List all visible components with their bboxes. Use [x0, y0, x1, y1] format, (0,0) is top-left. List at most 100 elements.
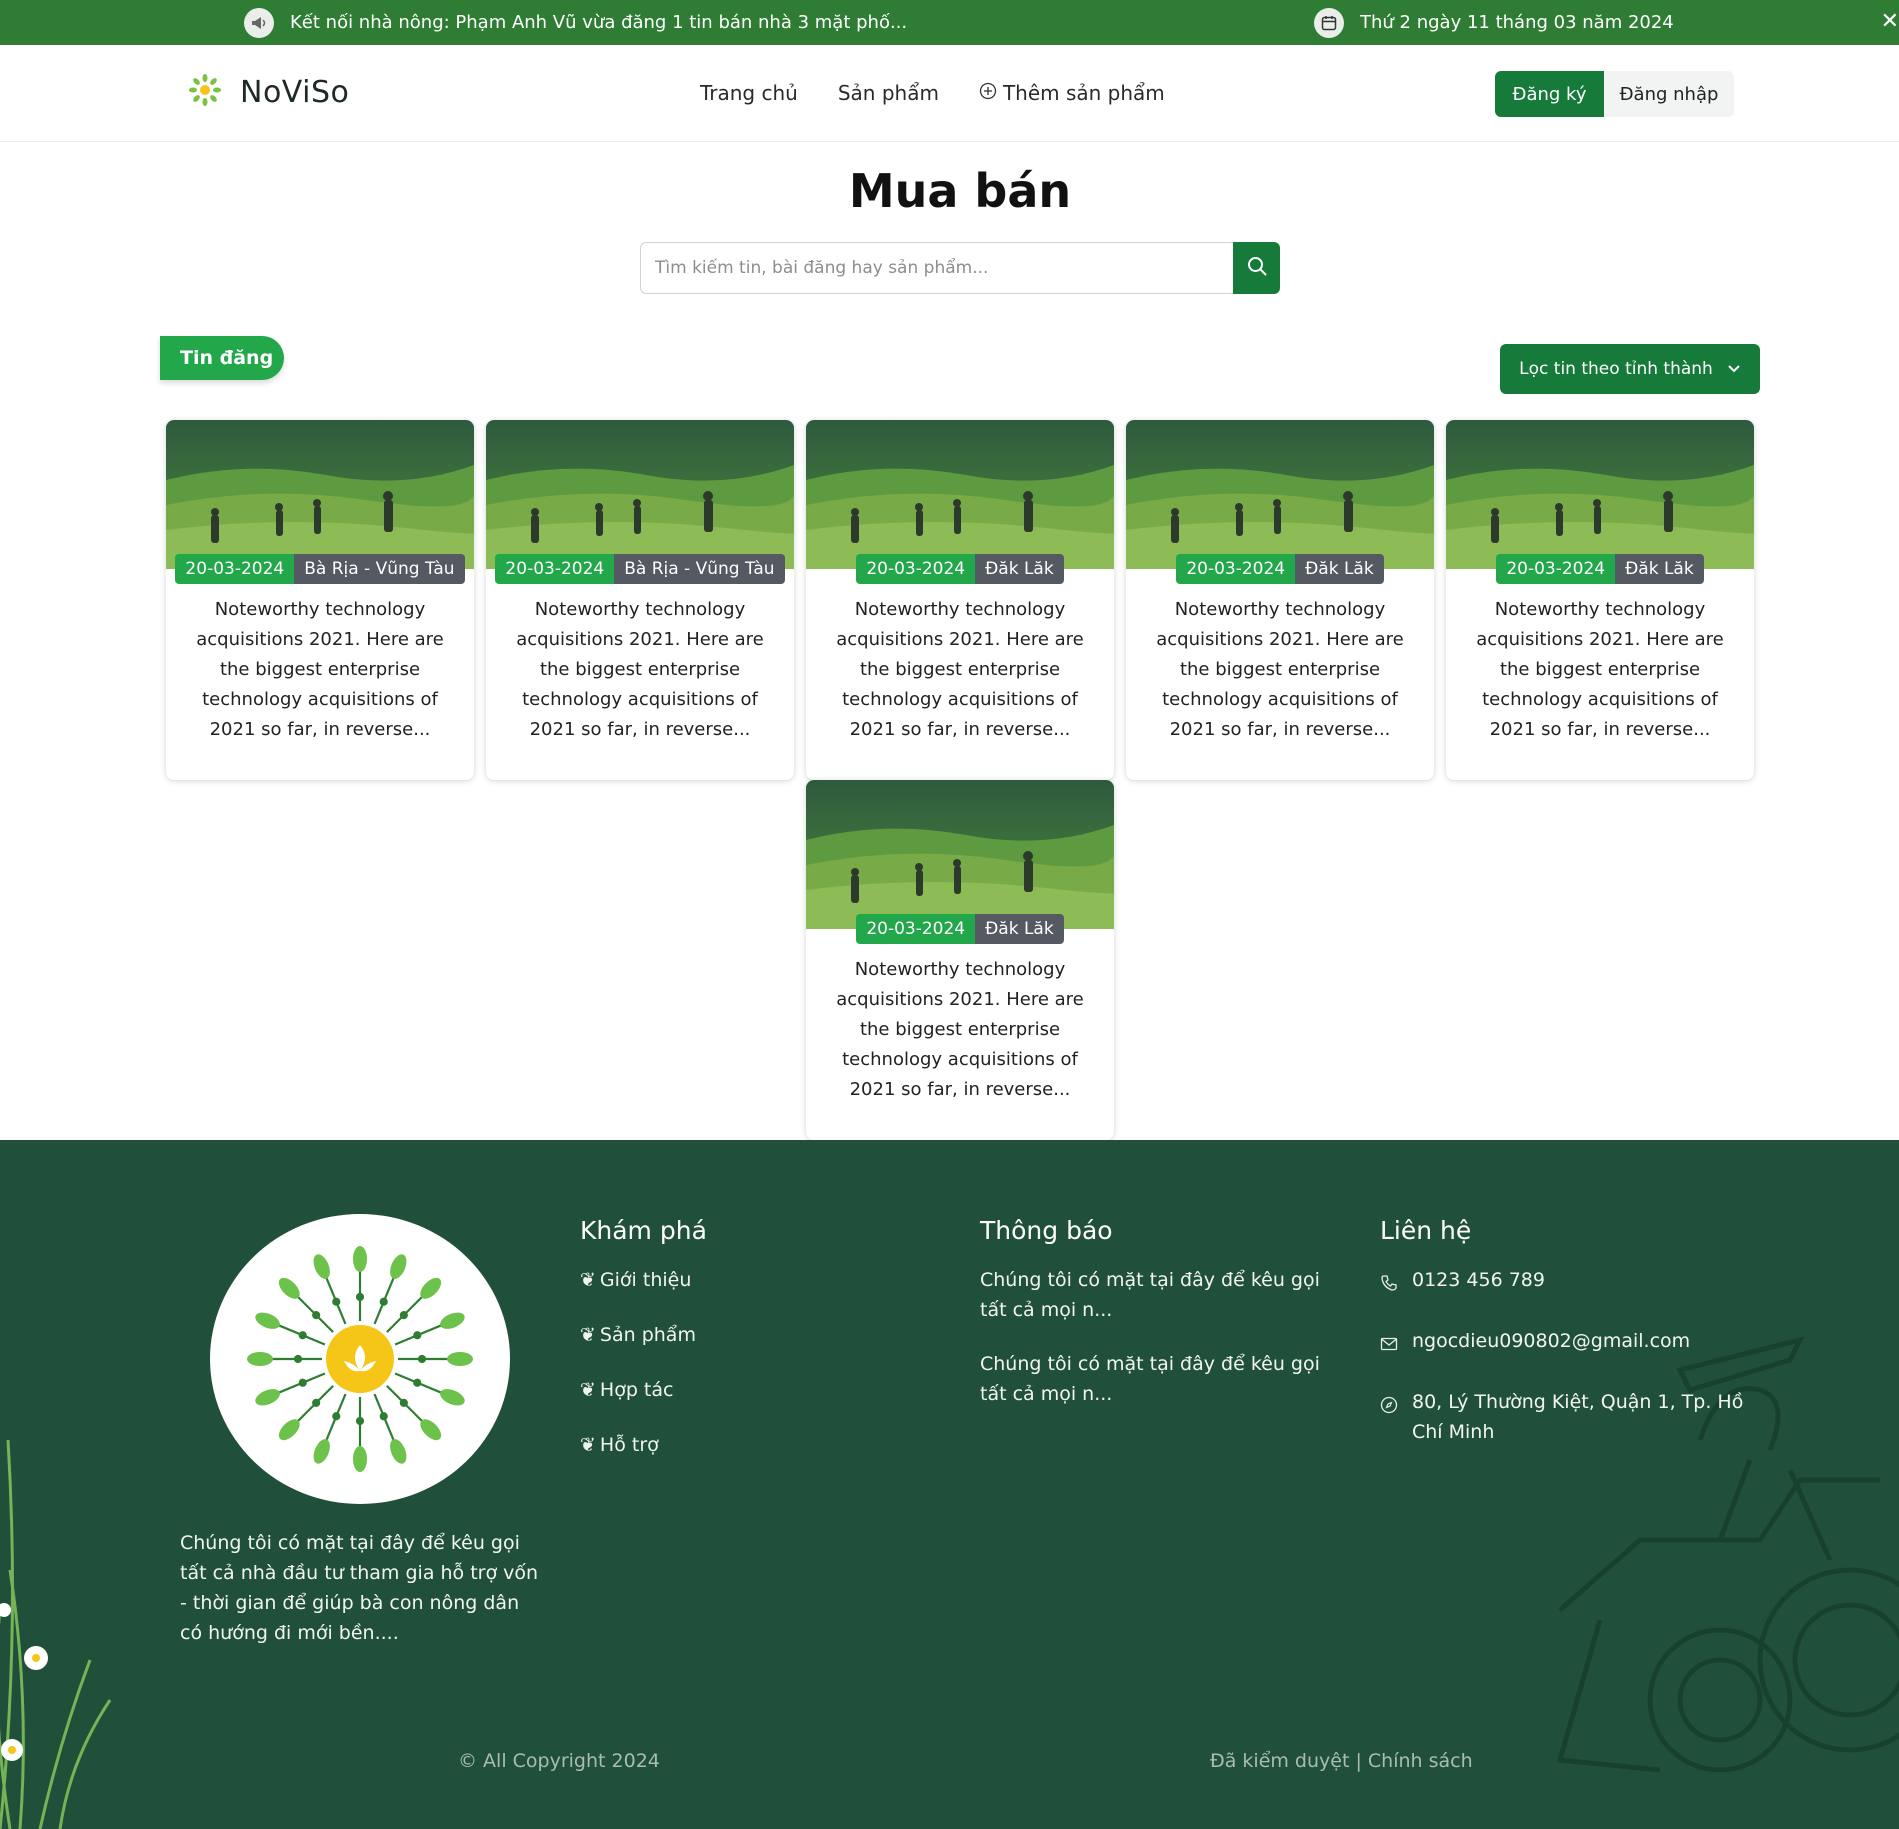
contact-phone-text: 0123 456 789 [1412, 1269, 1545, 1291]
post-excerpt: Noteworthy technology acquisitions 2021.… [516, 599, 764, 740]
footer-explore: Khám phá ❦ Giới thiệu ❦ Sản phẩm ❦ Hợp tác … [580, 1216, 707, 1485]
footer-link-label: Hợp tác [599, 1379, 674, 1401]
footer-about-text: Chúng tôi có mặt tại đây để kêu gọi tất … [180, 1532, 539, 1644]
search-bar [640, 242, 1280, 294]
contact-address-text: 80, Lý Thường Kiệt, Quận 1, Tp. Hồ Chí M… [1412, 1391, 1744, 1443]
post-location-badge: Đăk Lăk [975, 554, 1064, 584]
register-button[interactable]: Đăng ký [1495, 71, 1604, 117]
announcement-bar: Kết nối nhà nông: Phạm Anh Vũ vừa đăng 1… [0, 0, 1899, 45]
search-input[interactable] [640, 242, 1233, 294]
post-image [806, 780, 1114, 929]
search-icon [1246, 255, 1268, 281]
post-excerpt: Noteworthy technology acquisitions 2021.… [1476, 599, 1724, 740]
news-text: Kết nối nhà nông: Phạm Anh Vũ vừa đăng 1… [290, 12, 908, 33]
province-filter-dropdown[interactable]: Lọc tin theo tỉnh thành [1500, 344, 1760, 394]
footer-link-label: Giới thiệu [599, 1269, 692, 1291]
post-card[interactable]: 20-03-2024 Bà Rịa - Vũng Tàu Noteworthy te… [486, 420, 794, 780]
chevron-down-icon [1727, 359, 1741, 379]
post-date-badge: 20-03-2024 [856, 914, 976, 944]
news-ticker[interactable]: Kết nối nhà nông: Phạm Anh Vũ vừa đăng 1… [244, 0, 907, 45]
current-date: Thứ 2 ngày 11 tháng 03 năm 2024 [1314, 0, 1674, 45]
brand-logo-link[interactable]: NoViSo [188, 73, 349, 111]
site-header: NoViSo Trang chủ Sản phẩm Thêm sản phẩm … [0, 45, 1899, 142]
leaf-icon: ❦ [580, 1324, 596, 1346]
contact-email[interactable]: ngocdieu090802@gmail.com [1380, 1326, 1760, 1362]
calendar-icon [1314, 7, 1344, 38]
post-card[interactable]: 20-03-2024 Đăk Lăk Noteworthy technology a… [1446, 420, 1754, 780]
nav-home[interactable]: Trang chủ [700, 81, 798, 105]
post-date-badge: 20-03-2024 [1176, 554, 1296, 584]
footer-link-label: Hỗ trợ [599, 1434, 659, 1456]
notice-item[interactable]: Chúng tôi có mặt tại đây để kêu gọi tất … [980, 1265, 1340, 1325]
post-badges: 20-03-2024 Đăk Lăk [806, 554, 1114, 584]
post-card[interactable]: 20-03-2024 Đăk Lăk Noteworthy technology a… [1126, 420, 1434, 780]
footer-notices-title: Thông báo [980, 1216, 1113, 1245]
filter-label: Lọc tin theo tỉnh thành [1519, 359, 1713, 379]
post-badges: 20-03-2024 Đăk Lăk [806, 914, 1114, 944]
post-badges: 20-03-2024 Bà Rịa - Vũng Tàu [486, 554, 794, 584]
search-button[interactable] [1233, 242, 1280, 294]
contact-address: 80, Lý Thường Kiệt, Quận 1, Tp. Hồ Chí M… [1380, 1387, 1760, 1447]
nav-products-label: Sản phẩm [837, 81, 939, 105]
leaf-icon: ❦ [580, 1379, 596, 1401]
copyright: © All Copyright 2024 [458, 1750, 660, 1772]
post-excerpt: Noteworthy technology acquisitions 2021.… [836, 959, 1084, 1100]
footer-link-partnership[interactable]: ❦ Hợp tác [580, 1375, 707, 1405]
main-nav: Trang chủ Sản phẩm Thêm sản phẩm [700, 81, 1165, 105]
contact-email-text: ngocdieu090802@gmail.com [1412, 1330, 1691, 1352]
post-badges: 20-03-2024 Đăk Lăk [1446, 554, 1754, 584]
policy-link[interactable]: Đã kiểm duyệt | Chính sách [1210, 1750, 1473, 1772]
date-text: Thứ 2 ngày 11 tháng 03 năm 2024 [1360, 12, 1674, 33]
footer-notices: Thông báo Chúng tôi có mặt tại đây để kê… [980, 1216, 1340, 1433]
post-location-badge: Bà Rịa - Vũng Tàu [294, 554, 465, 584]
post-card[interactable]: 20-03-2024 Bà Rịa - Vũng Tàu Noteworthy te… [166, 420, 474, 780]
footer-link-label: Sản phẩm [599, 1324, 696, 1346]
post-location-badge: Đăk Lăk [975, 914, 1064, 944]
mail-icon [1380, 1326, 1400, 1362]
footer-logo [210, 1214, 510, 1504]
post-badges: 20-03-2024 Đăk Lăk [1126, 554, 1434, 584]
post-image [1446, 420, 1754, 569]
post-card[interactable]: 20-03-2024 Đăk Lăk Noteworthy technology a… [806, 780, 1114, 1140]
page-title: Mua bán [848, 164, 1072, 218]
footer-link-products[interactable]: ❦ Sản phẩm [580, 1320, 707, 1350]
logo-icon [188, 73, 222, 111]
compass-icon [1380, 1387, 1400, 1423]
footer-explore-title: Khám phá [580, 1216, 707, 1245]
site-footer: Chúng tôi có mặt tại đây để kêu gọi tất … [0, 1140, 1899, 1829]
post-location-badge: Bà Rịa - Vũng Tàu [614, 554, 785, 584]
post-date-badge: 20-03-2024 [495, 554, 615, 584]
nav-home-label: Trang chủ [700, 81, 798, 105]
brand-name: NoViSo [240, 74, 350, 110]
post-image [806, 420, 1114, 569]
post-location-badge: Đăk Lăk [1615, 554, 1704, 584]
notice-item[interactable]: Chúng tôi có mặt tại đây để kêu gọi tất … [980, 1349, 1340, 1409]
post-excerpt: Noteworthy technology acquisitions 2021.… [836, 599, 1084, 740]
contact-phone[interactable]: 0123 456 789 [1380, 1265, 1760, 1301]
post-card[interactable]: 20-03-2024 Đăk Lăk Noteworthy technology a… [806, 420, 1114, 780]
post-location-badge: Đăk Lăk [1295, 554, 1384, 584]
post-date-badge: 20-03-2024 [175, 554, 295, 584]
nav-products[interactable]: Sản phẩm [838, 81, 939, 105]
post-image [166, 420, 474, 569]
section-tag-posts: Tin đăng [160, 336, 284, 380]
post-date-badge: 20-03-2024 [856, 554, 976, 584]
post-excerpt: Noteworthy technology acquisitions 2021.… [1156, 599, 1404, 740]
nav-add-product-label: Thêm sản phẩm [1002, 81, 1165, 105]
footer-contact: Liên hệ 0123 456 789 ngocdieu090802@gmai… [1380, 1216, 1760, 1472]
leaf-icon: ❦ [580, 1434, 596, 1456]
close-icon[interactable]: ✕ [1879, 9, 1899, 35]
post-date-badge: 20-03-2024 [1496, 554, 1616, 584]
sun-leaf-logo-icon [247, 1246, 473, 1472]
phone-icon [1380, 1265, 1400, 1301]
post-image [486, 420, 794, 569]
login-button[interactable]: Đăng nhập [1604, 71, 1734, 117]
leaf-icon: ❦ [580, 1269, 596, 1291]
nav-add-product[interactable]: Thêm sản phẩm [979, 81, 1165, 105]
footer-link-intro[interactable]: ❦ Giới thiệu [580, 1265, 707, 1295]
footer-contact-title: Liên hệ [1380, 1216, 1472, 1245]
post-badges: 20-03-2024 Bà Rịa - Vũng Tàu [166, 554, 474, 584]
megaphone-icon [244, 7, 274, 38]
footer-link-support[interactable]: ❦ Hỗ trợ [580, 1430, 707, 1460]
auth-buttons: Đăng ký Đăng nhập [1495, 71, 1734, 117]
